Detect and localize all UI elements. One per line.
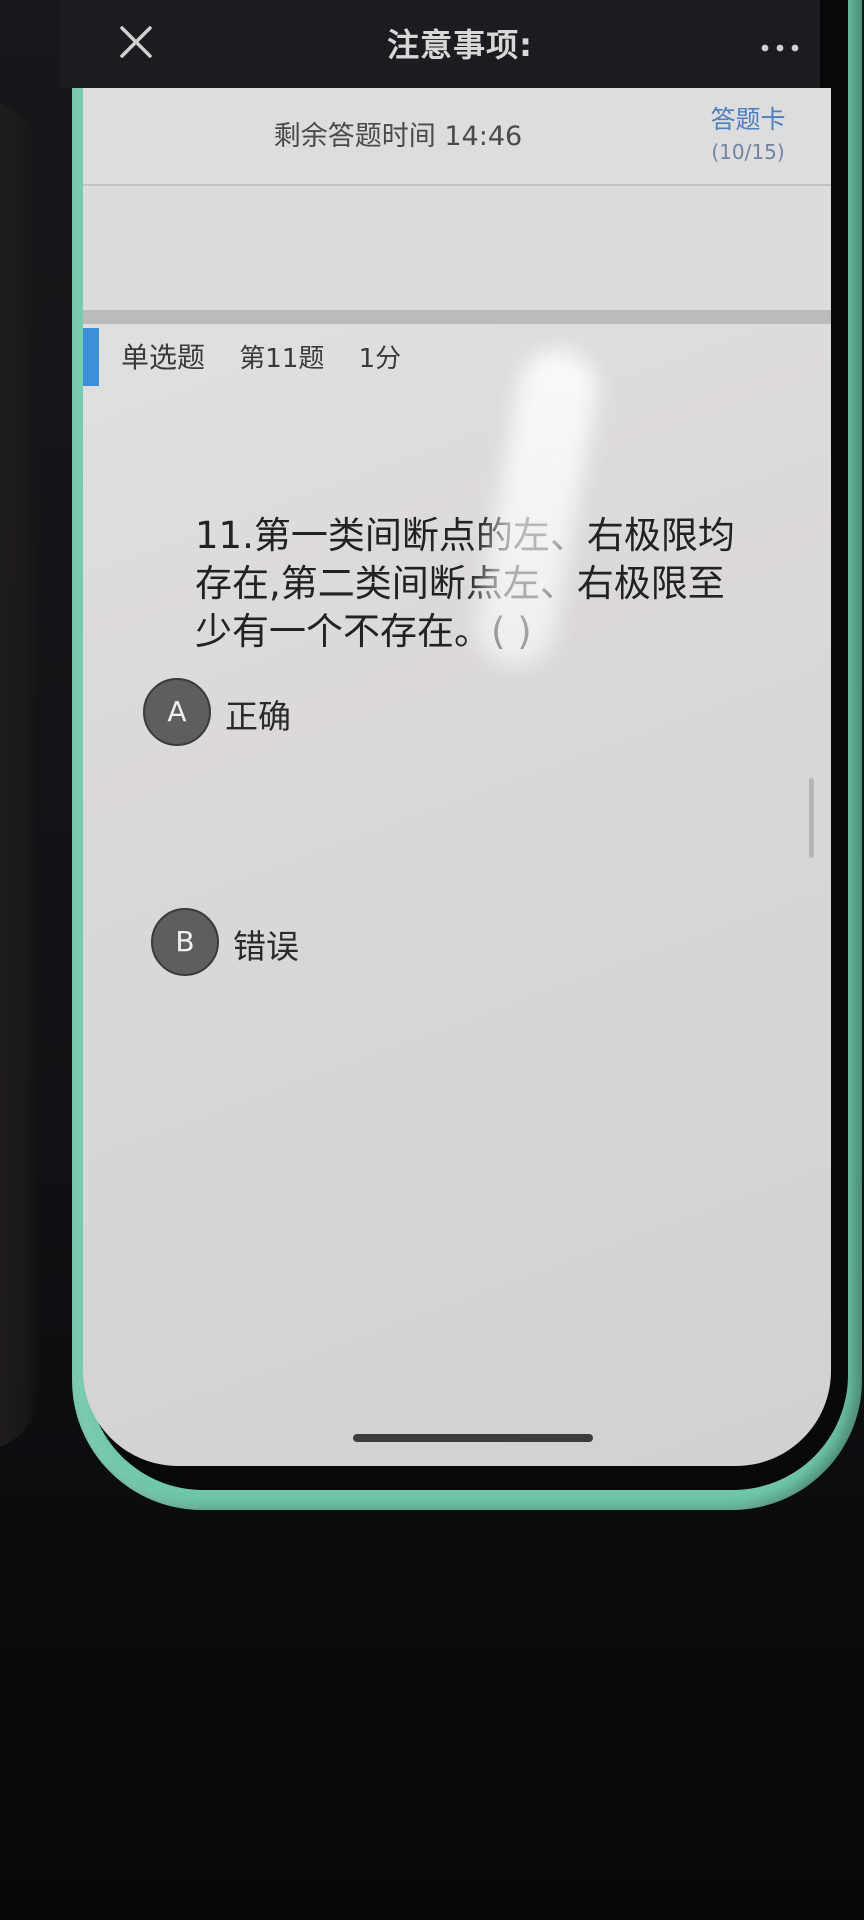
question-score: 1分 — [358, 344, 402, 374]
option-b[interactable]: B 错误 — [143, 908, 643, 978]
option-a[interactable]: A 正确 — [143, 678, 643, 748]
question-type: 单选题 — [121, 341, 206, 374]
phone-screen: 剩余答题时间 14:46 答题卡 (10/15) 单选题 第11题 1分 11.… — [83, 88, 831, 1466]
close-icon[interactable] — [118, 24, 154, 60]
photo-scene: 注意事项: 剩余答题时间 14:46 答题卡 (10/15) 单选题 第11题 … — [0, 0, 864, 1920]
remaining-time: 剩余答题时间 14:46 — [273, 121, 523, 152]
option-a-text[interactable]: 正确 — [225, 690, 291, 738]
answer-card-progress: (10/15) — [711, 140, 785, 164]
option-a-letter[interactable]: A — [143, 678, 211, 746]
question-number: 第11题 — [239, 344, 325, 374]
option-b-letter[interactable]: B — [151, 908, 219, 976]
spacer — [83, 186, 831, 310]
question-meta: 单选题 第11题 1分 — [121, 336, 427, 376]
question-text: 11.第一类间断点的左、右极限均存在,第二类间断点左、右极限至少有一个不存在。(… — [195, 514, 735, 653]
answer-card-label: 答题卡 — [710, 105, 786, 134]
answer-card-button[interactable]: 答题卡 (10/15) — [693, 100, 803, 164]
timer-bar: 剩余答题时间 14:46 答题卡 (10/15) — [83, 88, 831, 186]
header-title: 注意事项: — [387, 26, 533, 64]
divider — [83, 310, 831, 324]
scrollbar[interactable] — [809, 778, 814, 858]
option-b-text[interactable]: 错误 — [233, 920, 299, 968]
home-indicator[interactable] — [353, 1434, 593, 1442]
finger — [0, 100, 40, 1450]
question-type-accent — [83, 328, 99, 386]
more-icon[interactable] — [760, 44, 800, 52]
